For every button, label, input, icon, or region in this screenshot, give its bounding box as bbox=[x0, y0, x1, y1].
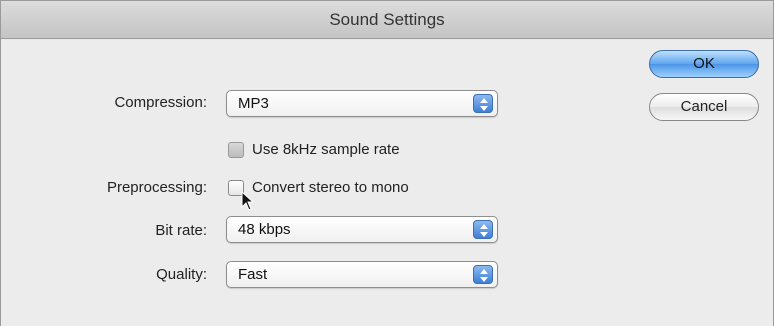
mouse-pointer-icon bbox=[241, 190, 255, 216]
compression-value: MP3 bbox=[238, 95, 269, 112]
compression-popup[interactable]: MP3 bbox=[226, 90, 498, 117]
use-8khz-label: Use 8kHz sample rate bbox=[252, 141, 400, 158]
bit-rate-label: Bit rate: bbox=[155, 222, 207, 239]
ok-button[interactable]: OK bbox=[649, 50, 759, 78]
up-down-arrows-icon bbox=[473, 220, 493, 239]
window-title: Sound Settings bbox=[1, 1, 773, 39]
convert-stereo-label: Convert stereo to mono bbox=[252, 179, 409, 196]
cancel-button[interactable]: Cancel bbox=[649, 93, 759, 121]
bit-rate-value: 48 kbps bbox=[238, 221, 291, 238]
quality-label: Quality: bbox=[156, 266, 207, 283]
compression-label: Compression: bbox=[114, 94, 207, 111]
quality-value: Fast bbox=[238, 266, 268, 283]
sound-settings-dialog: Sound Settings Compression: MP3 Use 8kHz… bbox=[0, 0, 774, 326]
up-down-arrows-icon bbox=[473, 265, 493, 284]
bit-rate-popup[interactable]: 48 kbps bbox=[226, 216, 498, 243]
dialog-body: Compression: MP3 Use 8kHz sample rate Pr… bbox=[1, 40, 773, 326]
up-down-arrows-icon bbox=[473, 94, 493, 113]
preprocessing-label: Preprocessing: bbox=[106, 179, 207, 196]
use-8khz-checkbox[interactable] bbox=[228, 142, 244, 158]
quality-popup[interactable]: Fast bbox=[226, 261, 498, 288]
